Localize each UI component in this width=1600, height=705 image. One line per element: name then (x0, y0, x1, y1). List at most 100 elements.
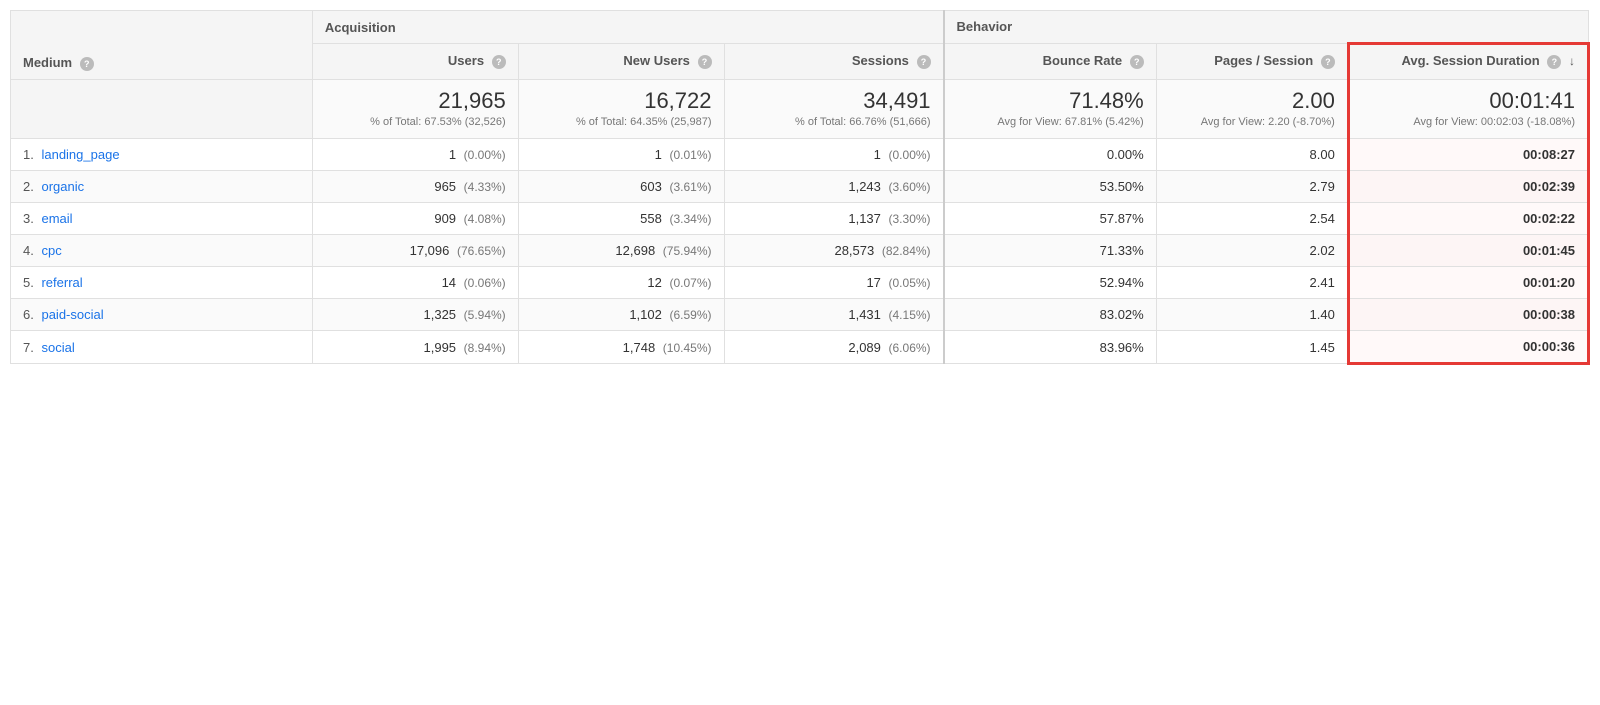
row-avg-session-cell: 00:01:20 (1348, 267, 1588, 299)
sessions-col-header: Sessions ? (724, 44, 944, 80)
row-avg-session-value: 00:02:39 (1523, 179, 1575, 194)
row-medium-cell: 4. cpc (11, 235, 313, 267)
row-bounce-rate-cell: 53.50% (944, 171, 1157, 203)
totals-new-users-main: 16,722 (531, 88, 712, 114)
row-users-pct: (76.65%) (457, 244, 506, 258)
totals-avg-session-sub: Avg for View: 00:02:03 (-18.08%) (1362, 114, 1575, 131)
row-sessions-cell: 1,243 (3.60%) (724, 171, 944, 203)
row-new-users-cell: 12 (0.07%) (518, 267, 724, 299)
totals-avg-session-main: 00:01:41 (1362, 88, 1575, 114)
bounce-rate-help-icon[interactable]: ? (1130, 55, 1144, 69)
row-avg-session-cell: 00:02:39 (1348, 171, 1588, 203)
row-new-users-pct: (10.45%) (663, 341, 712, 355)
medium-link[interactable]: social (41, 340, 74, 355)
row-new-users-cell: 603 (3.61%) (518, 171, 724, 203)
row-sessions-pct: (82.84%) (882, 244, 931, 258)
row-users-cell: 1 (0.00%) (312, 139, 518, 171)
medium-link[interactable]: landing_page (41, 147, 119, 162)
row-users-cell: 17,096 (76.65%) (312, 235, 518, 267)
row-new-users-cell: 558 (3.34%) (518, 203, 724, 235)
table-row: 6. paid-social 1,325 (5.94%) 1,102 (6.59… (11, 299, 1589, 331)
totals-row: 21,965 % of Total: 67.53% (32,526) 16,72… (11, 79, 1589, 139)
table-row: 5. referral 14 (0.06%) 12 (0.07%) 17 (0.… (11, 267, 1589, 299)
row-users-pct: (4.08%) (464, 212, 506, 226)
totals-bounce-rate-main: 71.48% (957, 88, 1144, 114)
row-pages-session-cell: 2.79 (1156, 171, 1348, 203)
row-sessions-pct: (0.05%) (889, 276, 931, 290)
table-body: 1. landing_page 1 (0.00%) 1 (0.01%) 1 (0… (11, 139, 1589, 364)
row-users-cell: 14 (0.06%) (312, 267, 518, 299)
row-new-users-pct: (0.01%) (669, 148, 711, 162)
medium-link[interactable]: referral (41, 275, 82, 290)
row-users-pct: (0.06%) (464, 276, 506, 290)
row-new-users-pct: (0.07%) (669, 276, 711, 290)
row-sessions-cell: 1,431 (4.15%) (724, 299, 944, 331)
behavior-section-header: Behavior (944, 11, 1589, 44)
row-pages-session-cell: 1.45 (1156, 331, 1348, 364)
totals-pages-session-cell: 2.00 Avg for View: 2.20 (-8.70%) (1156, 79, 1348, 139)
row-pages-session-cell: 8.00 (1156, 139, 1348, 171)
row-medium-cell: 5. referral (11, 267, 313, 299)
row-new-users-pct: (75.94%) (663, 244, 712, 258)
row-avg-session-value: 00:00:38 (1523, 307, 1575, 322)
totals-new-users-sub: % of Total: 64.35% (25,987) (531, 114, 712, 131)
medium-link[interactable]: cpc (41, 243, 61, 258)
row-pages-session-cell: 2.54 (1156, 203, 1348, 235)
row-bounce-rate-cell: 71.33% (944, 235, 1157, 267)
row-users-pct: (5.94%) (464, 308, 506, 322)
row-avg-session-cell: 00:00:38 (1348, 299, 1588, 331)
medium-link[interactable]: organic (41, 179, 84, 194)
row-sessions-pct: (3.60%) (889, 180, 931, 194)
bounce-rate-col-header: Bounce Rate ? (944, 44, 1157, 80)
new-users-help-icon[interactable]: ? (698, 55, 712, 69)
row-sessions-pct: (0.00%) (889, 148, 931, 162)
row-number: 1. (23, 147, 34, 162)
totals-sessions-sub: % of Total: 66.76% (51,666) (737, 114, 931, 131)
acquisition-section-header: Acquisition (312, 11, 943, 44)
row-users-pct: (8.94%) (464, 341, 506, 355)
row-number: 5. (23, 275, 34, 290)
row-sessions-pct: (4.15%) (889, 308, 931, 322)
section-header-row: Medium ? Acquisition Behavior (11, 11, 1589, 44)
totals-users-main: 21,965 (325, 88, 506, 114)
row-number: 4. (23, 243, 34, 258)
row-new-users-pct: (6.59%) (669, 308, 711, 322)
row-avg-session-value: 00:00:36 (1523, 339, 1575, 354)
pages-session-help-icon[interactable]: ? (1321, 55, 1335, 69)
row-medium-cell: 1. landing_page (11, 139, 313, 171)
row-sessions-cell: 17 (0.05%) (724, 267, 944, 299)
sessions-help-icon[interactable]: ? (917, 55, 931, 69)
row-sessions-cell: 1 (0.00%) (724, 139, 944, 171)
row-avg-session-value: 00:02:22 (1523, 211, 1575, 226)
row-sessions-pct: (3.30%) (889, 212, 931, 226)
row-sessions-cell: 28,573 (82.84%) (724, 235, 944, 267)
row-bounce-rate-cell: 0.00% (944, 139, 1157, 171)
medium-link[interactable]: email (41, 211, 72, 226)
row-users-cell: 965 (4.33%) (312, 171, 518, 203)
users-help-icon[interactable]: ? (492, 55, 506, 69)
pages-session-col-header: Pages / Session ? (1156, 44, 1348, 80)
table-row: 3. email 909 (4.08%) 558 (3.34%) 1,137 (… (11, 203, 1589, 235)
row-users-pct: (4.33%) (464, 180, 506, 194)
sort-arrow-icon[interactable]: ↓ (1569, 54, 1575, 68)
row-new-users-cell: 12,698 (75.94%) (518, 235, 724, 267)
medium-help-icon[interactable]: ? (80, 57, 94, 71)
table-row: 7. social 1,995 (8.94%) 1,748 (10.45%) 2… (11, 331, 1589, 364)
medium-link[interactable]: paid-social (41, 307, 103, 322)
new-users-col-header: New Users ? (518, 44, 724, 80)
table-row: 4. cpc 17,096 (76.65%) 12,698 (75.94%) 2… (11, 235, 1589, 267)
row-medium-cell: 2. organic (11, 171, 313, 203)
row-pages-session-cell: 1.40 (1156, 299, 1348, 331)
row-avg-session-value: 00:01:45 (1523, 243, 1575, 258)
totals-avg-session-cell: 00:01:41 Avg for View: 00:02:03 (-18.08%… (1348, 79, 1588, 139)
totals-sessions-cell: 34,491 % of Total: 66.76% (51,666) (724, 79, 944, 139)
row-new-users-cell: 1 (0.01%) (518, 139, 724, 171)
avg-session-help-icon[interactable]: ? (1547, 55, 1561, 69)
row-users-cell: 909 (4.08%) (312, 203, 518, 235)
totals-pages-session-main: 2.00 (1169, 88, 1335, 114)
row-users-cell: 1,325 (5.94%) (312, 299, 518, 331)
row-medium-cell: 6. paid-social (11, 299, 313, 331)
totals-sessions-main: 34,491 (737, 88, 931, 114)
row-avg-session-cell: 00:02:22 (1348, 203, 1588, 235)
users-col-header: Users ? (312, 44, 518, 80)
